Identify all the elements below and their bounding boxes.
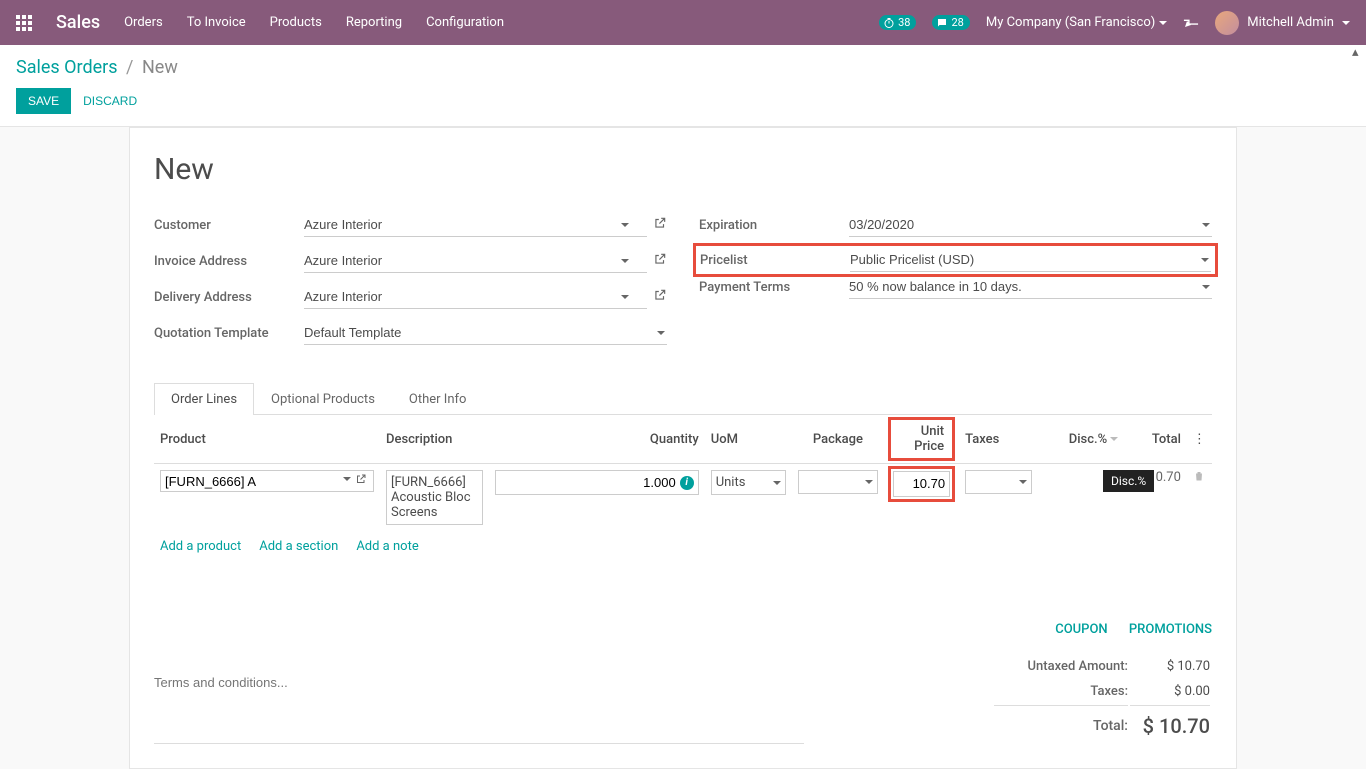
nav-orders[interactable]: Orders: [124, 15, 163, 30]
nav-menu: Orders To Invoice Products Reporting Con…: [124, 15, 504, 30]
pricelist-row-highlight: Pricelist: [693, 243, 1218, 277]
save-button[interactable]: Save: [16, 88, 71, 114]
external-link-icon[interactable]: [653, 288, 667, 306]
page-title: New: [154, 152, 1212, 187]
untaxed-label: Untaxed Amount:: [994, 655, 1128, 678]
discount-field[interactable]: Disc.%: [1038, 464, 1124, 532]
delivery-address-label: Delivery Address: [154, 290, 304, 305]
col-description: Description: [380, 415, 489, 464]
col-disc[interactable]: Disc.%: [1038, 415, 1124, 464]
quotation-template-label: Quotation Template: [154, 326, 304, 341]
nav-reporting[interactable]: Reporting: [346, 15, 402, 30]
breadcrumb-current: New: [142, 57, 178, 78]
col-package: Package: [792, 415, 884, 464]
nav-products[interactable]: Products: [270, 15, 322, 30]
discard-button[interactable]: Discard: [83, 94, 137, 108]
table-row: [FURN_6666] Acoustic Bloc Screens i Unit…: [154, 464, 1212, 532]
avatar: [1215, 11, 1239, 35]
apps-icon[interactable]: [16, 15, 32, 31]
customer-label: Customer: [154, 218, 304, 233]
payment-terms-label: Payment Terms: [699, 280, 849, 295]
delivery-address-field[interactable]: [304, 285, 647, 309]
kebab-icon[interactable]: ⋮: [1187, 415, 1212, 464]
untaxed-value: $ 10.70: [1130, 655, 1210, 678]
taxes-label: Taxes:: [994, 680, 1128, 703]
breadcrumb: Sales Orders / New: [16, 57, 1350, 78]
scroll-up-icon[interactable]: ▴: [1352, 45, 1366, 59]
tab-optional-products[interactable]: Optional Products: [254, 383, 392, 415]
invoice-address-label: Invoice Address: [154, 254, 304, 269]
external-link-icon[interactable]: [653, 252, 667, 270]
timer-badge[interactable]: 38: [879, 15, 916, 30]
app-brand[interactable]: Sales: [56, 12, 100, 33]
taxes-value: $ 0.00: [1130, 680, 1210, 703]
tabs: Order Lines Optional Products Other Info: [154, 383, 1212, 415]
tab-other-info[interactable]: Other Info: [392, 383, 484, 415]
info-icon[interactable]: i: [680, 476, 694, 490]
pricelist-label: Pricelist: [700, 253, 850, 268]
payment-terms-field[interactable]: [849, 275, 1212, 299]
quotation-template-field[interactable]: [304, 321, 667, 345]
add-section-link[interactable]: Add a section: [259, 539, 338, 554]
chat-badge[interactable]: 28: [932, 15, 969, 30]
external-link-icon[interactable]: [653, 216, 667, 234]
chevron-down-icon: [1159, 21, 1167, 25]
expiration-field[interactable]: [849, 213, 1212, 237]
promotions-link[interactable]: PROMOTIONS: [1129, 622, 1212, 637]
pricelist-field[interactable]: [850, 248, 1211, 272]
col-product: Product: [154, 415, 380, 464]
company-selector[interactable]: My Company (San Francisco): [986, 15, 1167, 30]
top-navbar: Sales Orders To Invoice Products Reporti…: [0, 0, 1366, 45]
uom-field[interactable]: Units: [711, 470, 786, 495]
unit-price-field[interactable]: [893, 471, 950, 497]
col-uom: UoM: [705, 415, 792, 464]
description-field[interactable]: [FURN_6666] Acoustic Bloc Screens: [386, 470, 483, 525]
nav-to-invoice[interactable]: To Invoice: [187, 15, 246, 30]
chevron-down-icon: [343, 477, 351, 481]
chevron-down-icon: [773, 481, 781, 485]
product-field[interactable]: [160, 470, 374, 492]
customer-field[interactable]: [304, 213, 647, 237]
total-label: Total:: [994, 705, 1128, 742]
line-actions: Add a product Add a section Add a note: [154, 531, 1212, 562]
col-unit-price: Unit Price: [914, 424, 944, 454]
user-menu[interactable]: Mitchell Admin: [1215, 11, 1350, 35]
col-total: Total: [1124, 415, 1187, 464]
total-value: $ 10.70: [1130, 705, 1210, 742]
debug-icon[interactable]: [1183, 13, 1199, 33]
terms-input[interactable]: [154, 622, 804, 744]
taxes-field[interactable]: [965, 470, 1032, 494]
external-link-icon[interactable]: [355, 473, 367, 489]
col-taxes: Taxes: [959, 415, 1038, 464]
expiration-label: Expiration: [699, 218, 849, 233]
delete-icon[interactable]: [1187, 464, 1212, 532]
add-note-link[interactable]: Add a note: [356, 539, 418, 554]
chevron-down-icon: [1342, 21, 1350, 25]
coupon-link[interactable]: COUPON: [1055, 622, 1107, 637]
breadcrumb-root[interactable]: Sales Orders: [16, 57, 118, 78]
nav-configuration[interactable]: Configuration: [426, 15, 504, 30]
form-sheet: New Customer Invoice Address: [129, 127, 1237, 769]
col-quantity: Quantity: [489, 415, 705, 464]
tooltip-disc: Disc.%: [1103, 470, 1154, 492]
tab-order-lines[interactable]: Order Lines: [154, 383, 254, 415]
chevron-down-icon: [865, 480, 873, 484]
invoice-address-field[interactable]: [304, 249, 647, 273]
package-field[interactable]: [798, 470, 878, 494]
totals: Untaxed Amount:$ 10.70 Taxes:$ 0.00 Tota…: [992, 653, 1212, 744]
control-panel: Sales Orders / New Save Discard: [0, 45, 1366, 127]
add-product-link[interactable]: Add a product: [160, 539, 241, 554]
sort-icon: [1110, 437, 1118, 441]
chevron-down-icon: [1019, 480, 1027, 484]
quantity-field[interactable]: i: [495, 470, 699, 495]
order-lines-table: Product Description Quantity UoM Package…: [154, 415, 1212, 531]
